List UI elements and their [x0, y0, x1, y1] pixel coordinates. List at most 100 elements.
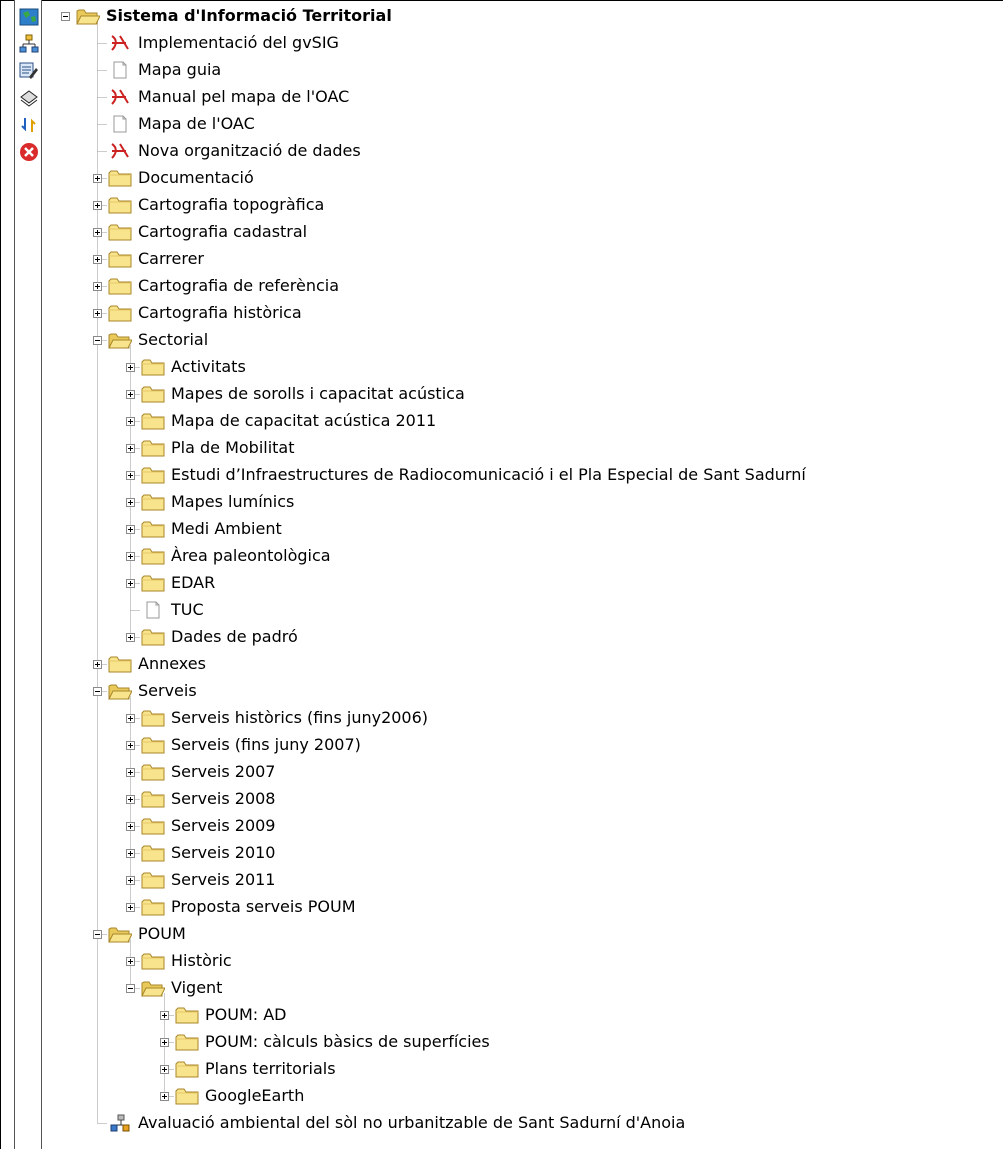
expand-toggle[interactable] — [126, 471, 135, 480]
expand-toggle[interactable] — [126, 498, 135, 507]
tree-item-label: Històric — [171, 951, 232, 970]
map-icon[interactable] — [19, 7, 39, 27]
expand-toggle[interactable] — [93, 309, 102, 318]
tree-item-label: Cartografia cadastral — [138, 222, 308, 241]
expand-toggle[interactable] — [126, 768, 135, 777]
tree-item-label: Cartografia històrica — [138, 303, 302, 322]
expand-toggle[interactable] — [160, 1038, 169, 1047]
tree-item-label: Serveis 2009 — [171, 816, 276, 835]
tree-item-label: Sectorial — [138, 330, 209, 349]
tree-item-label: Estudi d’Infraestructures de Radiocomuni… — [171, 465, 806, 484]
tree-item-label: Serveis 2010 — [171, 843, 276, 862]
expand-toggle[interactable] — [93, 228, 102, 237]
expand-toggle[interactable] — [126, 552, 135, 561]
collapse-toggle[interactable] — [61, 12, 70, 21]
tree-item-label: Cartografia topogràfica — [138, 195, 325, 214]
expand-toggle[interactable] — [126, 417, 135, 426]
tree-item-label: Documentació — [138, 168, 254, 187]
expand-toggle[interactable] — [160, 1092, 169, 1101]
network-tree-icon[interactable] — [19, 34, 39, 54]
expand-toggle[interactable] — [93, 174, 102, 183]
collapse-toggle[interactable] — [93, 687, 102, 696]
folder-icon — [141, 628, 165, 646]
tree-item-label: Cartografia de referència — [138, 276, 340, 295]
folder-icon — [175, 1060, 199, 1078]
tree-item-label: Serveis 2011 — [171, 870, 276, 889]
tree-item-label: Medi Ambient — [171, 519, 282, 538]
expand-toggle[interactable] — [126, 822, 135, 831]
expand-toggle[interactable] — [126, 390, 135, 399]
network-icon — [108, 1114, 132, 1132]
folder-icon — [141, 412, 165, 430]
expand-toggle[interactable] — [126, 633, 135, 642]
tree-item-label: Mapes de sorolls i capacitat acústica — [171, 384, 465, 403]
tree-item-label: Activitats — [171, 357, 246, 376]
tree-item-label: Vigent — [171, 978, 223, 997]
expand-toggle[interactable] — [126, 795, 135, 804]
expand-toggle[interactable] — [126, 444, 135, 453]
folder-icon — [141, 439, 165, 457]
folder-icon — [141, 358, 165, 376]
expand-toggle[interactable] — [93, 282, 102, 291]
folder-open-icon — [108, 682, 133, 700]
expand-toggle[interactable] — [126, 903, 135, 912]
expand-toggle[interactable] — [126, 579, 135, 588]
tree-item-label: Serveis 2008 — [171, 789, 276, 808]
folder-icon — [175, 1006, 199, 1024]
expand-toggle[interactable] — [126, 741, 135, 750]
edit-list-icon[interactable] — [19, 61, 39, 81]
file-icon — [108, 115, 132, 133]
pdf-icon — [108, 34, 132, 52]
folder-icon — [141, 493, 165, 511]
tree-item-label: POUM: AD — [205, 1005, 287, 1024]
tree-item-label: Serveis (fins juny 2007) — [171, 735, 361, 754]
folder-icon — [141, 763, 165, 781]
collapse-toggle[interactable] — [93, 336, 102, 345]
expand-toggle[interactable] — [93, 660, 102, 669]
folder-icon — [108, 304, 132, 322]
collapse-toggle[interactable] — [126, 984, 135, 993]
file-icon — [141, 601, 165, 619]
expand-toggle[interactable] — [160, 1011, 169, 1020]
folder-icon — [108, 169, 132, 187]
folder-icon — [141, 466, 165, 484]
expand-toggle[interactable] — [126, 525, 135, 534]
close-red-icon[interactable] — [19, 142, 39, 162]
folder-icon — [141, 871, 165, 889]
layers-icon[interactable] — [19, 88, 39, 108]
folder-icon — [141, 898, 165, 916]
arrows-icon[interactable] — [19, 115, 39, 135]
tree-item-label: Annexes — [138, 654, 206, 673]
expand-toggle[interactable] — [126, 849, 135, 858]
expand-toggle[interactable] — [93, 255, 102, 264]
folder-icon — [108, 277, 132, 295]
expand-toggle[interactable] — [160, 1065, 169, 1074]
expand-toggle[interactable] — [93, 201, 102, 210]
side-toolbar — [14, 0, 42, 1149]
tree-item-label: POUM — [138, 924, 186, 943]
tree-item-label: Mapa guia — [138, 60, 222, 79]
folder-icon — [141, 574, 165, 592]
tree-item-label: EDAR — [171, 573, 216, 592]
expand-toggle[interactable] — [126, 957, 135, 966]
tree-item-label: Mapa de capacitat acústica 2011 — [171, 411, 437, 430]
expand-toggle[interactable] — [126, 363, 135, 372]
folder-icon — [141, 736, 165, 754]
tree-item-label: Carrerer — [138, 249, 204, 268]
tree-item-label: Mapa de l'OAC — [138, 114, 255, 133]
tree-item-label: Sistema d'Informació Territorial — [106, 6, 392, 25]
folder-icon — [175, 1087, 199, 1105]
folder-open-icon — [108, 331, 133, 349]
expand-toggle[interactable] — [126, 714, 135, 723]
folder-icon — [108, 250, 132, 268]
pdf-icon — [108, 88, 132, 106]
collapse-toggle[interactable] — [93, 930, 102, 939]
tree-item-label: Avaluació ambiental del sòl no urbanitza… — [138, 1113, 686, 1132]
folder-icon — [108, 223, 132, 241]
tree-item-label: POUM: càlculs bàsics de superfícies — [205, 1032, 490, 1051]
folder-icon — [141, 952, 165, 970]
expand-toggle[interactable] — [126, 876, 135, 885]
tree-item-label: Àrea paleontològica — [171, 546, 331, 565]
tree-item-label: Mapes lumínics — [171, 492, 295, 511]
tree-item-label: Dades de padró — [171, 627, 298, 646]
